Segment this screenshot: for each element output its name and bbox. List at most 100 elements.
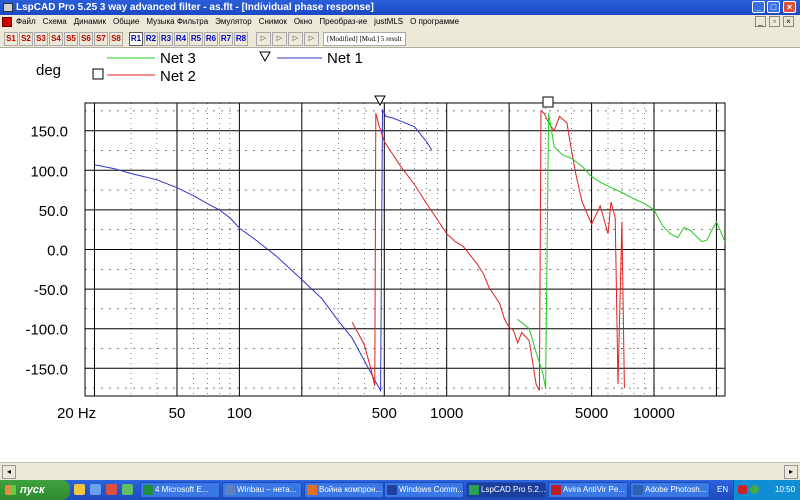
taskbar-button[interactable]: Avira AntiVir Pe... xyxy=(548,482,628,498)
y-tick-label: -50.0 xyxy=(34,282,68,299)
menu-item[interactable]: justMLS xyxy=(374,15,403,29)
x-tick-label: 5000 xyxy=(575,405,608,422)
menu-item[interactable]: Преобраз-ие xyxy=(319,15,367,29)
tray-icon[interactable] xyxy=(750,485,759,494)
menu-item[interactable]: Эмулятор xyxy=(215,15,252,29)
chart-grid xyxy=(84,102,726,397)
start-button[interactable]: пуск xyxy=(0,480,70,500)
taskbar: пуск 4 Microsoft E... Winbau – нета... Вой… xyxy=(0,480,800,500)
clock: 10:50 xyxy=(775,485,796,494)
menu-item[interactable]: Общие xyxy=(113,15,139,29)
phase-response-chart[interactable]: 150.0 100.0 50.0 0.0 -50.0 -100.0 -150.0 20 Hz 5… xyxy=(0,48,800,460)
taskbar-button-label: 4 Microsoft E... xyxy=(155,485,209,494)
document-icon[interactable] xyxy=(2,17,12,27)
task-app-icon xyxy=(551,485,561,495)
status-field: [Modified] [Mod.] 5 result xyxy=(323,32,406,46)
menu-item[interactable]: О программе xyxy=(410,15,459,29)
taskbar-button-label: Avira AntiVir Pe... xyxy=(563,485,625,494)
chart-legend: Net 3 Net 2 Net 1 xyxy=(92,50,363,85)
y-axis-label: deg xyxy=(36,62,61,79)
taskbar-button-label: Война компрон... xyxy=(319,485,383,494)
series-line-net2 xyxy=(351,109,625,391)
source-button[interactable]: S3 xyxy=(34,32,48,46)
windows-logo-icon xyxy=(5,485,16,495)
y-tick-label: 50.0 xyxy=(39,203,68,220)
child-close-icon[interactable]: × xyxy=(783,16,794,27)
start-label: пуск xyxy=(20,484,45,496)
tray-icon[interactable] xyxy=(738,485,747,494)
source-button[interactable]: S1 xyxy=(4,32,18,46)
menu-item[interactable]: Снимок xyxy=(259,15,287,29)
source-button[interactable]: S8 xyxy=(109,32,123,46)
quicklaunch-icon[interactable] xyxy=(106,484,117,495)
taskbar-button[interactable]: Adobe Photosh... xyxy=(630,482,710,498)
window-title: LspCAD Pro 5.25 3 way advanced filter - … xyxy=(16,2,374,13)
menu-item[interactable]: Схема xyxy=(43,15,67,29)
result-button[interactable]: R7 xyxy=(219,32,233,46)
result-button[interactable]: R6 xyxy=(204,32,218,46)
taskbar-button[interactable]: LspCAD Pro 5.2... xyxy=(466,482,546,498)
x-tick-label: 100 xyxy=(227,405,252,422)
source-button[interactable]: S6 xyxy=(79,32,93,46)
taskbar-button[interactable]: Winbau – нета... xyxy=(222,482,302,498)
task-app-icon xyxy=(469,485,479,495)
result-button[interactable]: R1 xyxy=(129,32,143,46)
task-app-icon xyxy=(633,485,643,495)
language-indicator[interactable]: EN xyxy=(717,480,728,500)
taskbar-button-label: Winbau – нета... xyxy=(237,485,297,494)
result-button[interactable]: R8 xyxy=(234,32,248,46)
y-tick-label: 150.0 xyxy=(30,124,68,141)
result-button[interactable]: R5 xyxy=(189,32,203,46)
app-icon[interactable] xyxy=(3,3,13,12)
chart-ticks: 150.0 100.0 50.0 0.0 -50.0 -100.0 -150.0 20 Hz 5… xyxy=(25,124,674,422)
taskbar-button[interactable]: Windows Comm... xyxy=(384,482,464,498)
net-select-icon[interactable]: ▷ xyxy=(256,32,271,46)
menu-item[interactable]: Динамик xyxy=(74,15,106,29)
task-app-icon xyxy=(143,485,153,495)
result-button[interactable]: R2 xyxy=(144,32,158,46)
taskbar-button[interactable]: 4 Microsoft E... xyxy=(140,482,220,498)
task-app-icon xyxy=(387,485,397,495)
child-restore-icon[interactable]: ▫ xyxy=(769,16,780,27)
taskbar-button-label: Adobe Photosh... xyxy=(645,485,707,494)
source-button[interactable]: S7 xyxy=(94,32,108,46)
legend-net2: Net 2 xyxy=(160,68,196,85)
task-app-icon xyxy=(225,485,235,495)
net-select-icon[interactable]: ▷ xyxy=(304,32,319,46)
menu-bar: Файл Схема Динамик Общие Музыка Фильтра Эмуля… xyxy=(0,15,800,29)
net2-cursor-icon xyxy=(542,96,554,108)
taskbar-button-label: LspCAD Pro 5.2... xyxy=(481,485,546,494)
x-tick-label: 50 xyxy=(169,405,186,422)
source-button[interactable]: S4 xyxy=(49,32,63,46)
source-button[interactable]: S2 xyxy=(19,32,33,46)
quicklaunch-icon[interactable] xyxy=(74,484,85,495)
toolbar: S1 S2 S3 S4 S5 S6 S7 S8 R1 R2 R3 R4 R5 R6 R7 R8 ▷ ▷ ▷ … xyxy=(0,29,800,48)
net-select-icon[interactable]: ▷ xyxy=(272,32,287,46)
minimize-icon[interactable]: _ xyxy=(752,1,765,13)
x-tick-label: 1000 xyxy=(430,405,463,422)
menu-item[interactable]: Файл xyxy=(16,15,36,29)
quicklaunch-icon[interactable] xyxy=(122,484,133,495)
result-button[interactable]: R3 xyxy=(159,32,173,46)
close-icon[interactable]: × xyxy=(783,1,796,13)
taskbar-button-label: Windows Comm... xyxy=(399,485,464,494)
source-button[interactable]: S5 xyxy=(64,32,78,46)
y-tick-label: 0.0 xyxy=(47,243,68,260)
menu-item[interactable]: Окно xyxy=(294,15,313,29)
taskbar-button[interactable]: Война компрон... xyxy=(304,482,384,498)
legend-net3: Net 3 xyxy=(160,50,196,67)
menu-item[interactable]: Музыка Фильтра xyxy=(146,15,208,29)
window-titlebar[interactable]: LspCAD Pro 5.25 3 way advanced filter - … xyxy=(0,0,800,15)
result-button[interactable]: R4 xyxy=(174,32,188,46)
scroll-right-icon[interactable]: ▸ xyxy=(784,465,798,479)
maximize-icon[interactable]: □ xyxy=(767,1,780,13)
net1-cursor-icon xyxy=(374,95,386,107)
menu-items: Файл Схема Динамик Общие Музыка Фильтра Эмуля… xyxy=(16,15,459,29)
child-minimize-icon[interactable]: _ xyxy=(755,16,766,27)
task-app-icon xyxy=(307,485,317,495)
horizontal-scrollbar[interactable]: ◂ ▸ xyxy=(0,462,800,480)
scroll-left-icon[interactable]: ◂ xyxy=(2,465,16,479)
x-tick-label: 10000 xyxy=(633,405,675,422)
quicklaunch-icon[interactable] xyxy=(90,484,101,495)
net-select-icon[interactable]: ▷ xyxy=(288,32,303,46)
